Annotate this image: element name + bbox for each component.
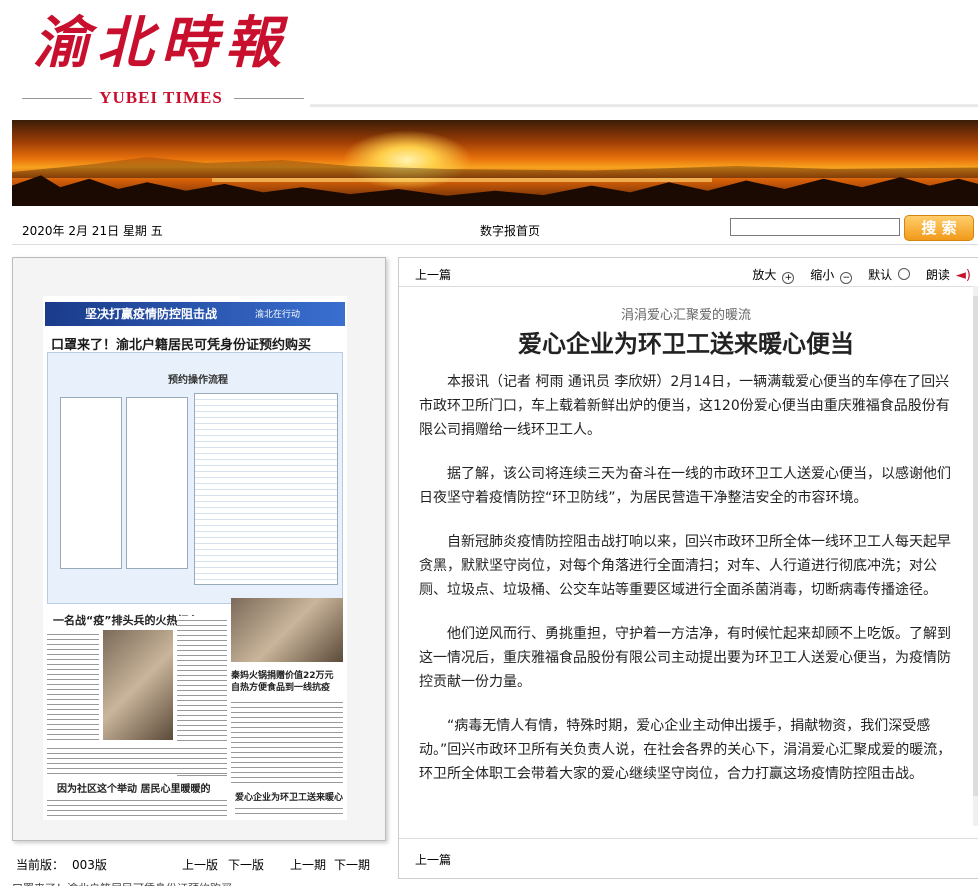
thumb-banner-title: 坚决打赢疫情防控阻击战 xyxy=(85,307,218,321)
thumb-process-box[interactable]: 预约操作流程 xyxy=(47,352,343,604)
prev-page-link[interactable]: 上一版 xyxy=(182,856,218,873)
plus-circle-icon: + xyxy=(782,272,795,284)
date-bar: 2020年 2月 21日 星期 五 数字报首页 搜 索 xyxy=(12,212,978,245)
article-body: 本报讯（记者 柯雨 通讯员 李欣妍）2月14日，一辆满载爱心便当的车停在了回兴市… xyxy=(419,370,953,806)
reset-circle-icon xyxy=(898,268,911,280)
banner-mountains xyxy=(12,157,978,178)
page-thumbnail-panel: 03 坚决打赢疫情防控阻击战 渝北在行动 口罩来了！渝北户籍居民可凭身份证预约购… xyxy=(12,257,386,841)
article-title: 爱心企业为环卫工送来暖心便当 xyxy=(518,330,854,358)
next-page-link[interactable]: 下一版 xyxy=(228,856,264,873)
prev-issue-link[interactable]: 上一期 xyxy=(290,856,326,873)
article-bottom-nav: 上一篇 xyxy=(399,838,978,879)
read-aloud-button[interactable]: 朗读 ◄) xyxy=(920,268,971,283)
newspaper-page-thumbnail[interactable]: 03 坚决打赢疫情防控阻击战 渝北在行动 口罩来了！渝北户籍居民可凭身份证预约购… xyxy=(43,296,347,820)
header-rule xyxy=(310,8,978,108)
site-logo[interactable]: 渝北時報 YUBEI TIMES xyxy=(12,8,310,107)
article-paragraph: “病毒无情人有情，特殊时期，爱心企业主动伸出援手，捐献物资，我们深受感动。”回兴… xyxy=(419,718,952,782)
article-list-item[interactable]: 口罩来了！渝北户籍居民可凭身份证预约购买 xyxy=(12,880,384,886)
article-paragraph: 他们逆风而行、勇挑重担，守护着一方洁净，有时候忙起来却顾不上吃饭。了解到这一情况… xyxy=(419,626,951,690)
read-aloud-label: 朗读 xyxy=(925,268,950,282)
thumb-headline[interactable]: 口罩来了！渝北户籍居民可凭身份证预约购买 xyxy=(51,334,311,353)
article-subtitle: 涓涓爱心汇聚爱的暖流 xyxy=(620,308,751,323)
page-navigation: 当前版： 003版 上一版 下一版 上一期 下一期 xyxy=(12,854,384,874)
article-panel: 上一篇 放大 + 缩小 − 默认 朗读 ◄) 涓涓爱心汇聚爱的暖流 爱心企业为环卫工送… xyxy=(398,257,978,879)
thumb-text-column xyxy=(47,744,227,774)
article-paragraph: 本报讯（记者 柯雨 通讯员 李欣妍）2月14日，一辆满载爱心便当的车停在了回兴市… xyxy=(419,374,950,438)
thumb-subheadline[interactable]: 因为社区这个举动 居民心里暖暖的 xyxy=(57,780,210,795)
article-content: 涓涓爱心汇聚爱的暖流 爱心企业为环卫工送来暖心便当 本报讯（记者 柯雨 通讯员 … xyxy=(399,286,978,826)
article-scrollbar[interactable] xyxy=(973,286,978,826)
search-button-label: 搜 索 xyxy=(921,219,957,237)
prev-article-link-bottom[interactable]: 上一篇 xyxy=(415,851,451,868)
thumb-box-caption: 预约操作流程 xyxy=(168,375,228,386)
thumb-text-column xyxy=(47,796,227,818)
thumb-phone-screenshot xyxy=(126,397,188,569)
thumb-photo-worker xyxy=(103,630,173,740)
banner-water xyxy=(212,178,712,182)
thumb-subheadline[interactable]: 秦妈火锅捐赠价值22万元 自热方便食品到一线抗疫 xyxy=(231,670,347,694)
search-button[interactable]: 搜 索 xyxy=(904,215,974,241)
article-paragraph: 自新冠肺炎疫情防控阻击战打响以来，回兴市政环卫所全体一线环卫工人每天起早贪黑，默… xyxy=(419,534,951,598)
speaker-icon: ◄) xyxy=(955,268,971,283)
prev-article-link[interactable]: 上一篇 xyxy=(415,266,451,283)
logo-english: YUBEI TIMES xyxy=(99,88,223,107)
thumb-store-table xyxy=(194,393,338,585)
current-page-label: 当前版： xyxy=(16,858,65,872)
next-issue-link[interactable]: 下一期 xyxy=(334,856,370,873)
zoom-in-button[interactable]: 放大 + xyxy=(746,268,795,284)
issue-date: 2020年 2月 21日 星期 五 xyxy=(22,224,163,238)
current-page-value: 003版 xyxy=(72,858,107,872)
thumb-text-column xyxy=(231,698,343,784)
thumb-page-number: 03 xyxy=(49,304,61,313)
zoom-out-button[interactable]: 缩小 − xyxy=(804,268,853,284)
thumb-text-column xyxy=(235,804,343,818)
thumb-phone-screenshot xyxy=(60,397,122,569)
default-size-button[interactable]: 默认 xyxy=(862,268,911,282)
thumb-banner-sub: 渝北在行动 xyxy=(255,310,301,320)
article-toolbar: 上一篇 放大 + 缩小 − 默认 朗读 ◄) xyxy=(399,258,978,287)
search-input[interactable] xyxy=(730,218,900,236)
thumb-banner: 03 坚决打赢疫情防控阻击战 渝北在行动 xyxy=(45,302,345,326)
minus-circle-icon: − xyxy=(840,272,853,284)
zoom-out-label: 缩小 xyxy=(810,268,835,282)
zoom-in-label: 放大 xyxy=(752,268,777,282)
thumb-photo-donation xyxy=(231,598,343,662)
logo-chinese: 渝北時報 xyxy=(33,10,289,76)
sunset-banner-image xyxy=(12,120,978,206)
home-link[interactable]: 数字报首页 xyxy=(480,222,540,239)
scrollbar-thumb[interactable] xyxy=(973,296,978,796)
default-size-label: 默认 xyxy=(868,268,893,282)
article-paragraph: 据了解，该公司将连续三天为奋斗在一线的市政环卫工人送爱心便当，以感谢他们日夜坚守… xyxy=(419,466,951,506)
reading-tools: 放大 + 缩小 − 默认 朗读 ◄) xyxy=(740,266,971,284)
